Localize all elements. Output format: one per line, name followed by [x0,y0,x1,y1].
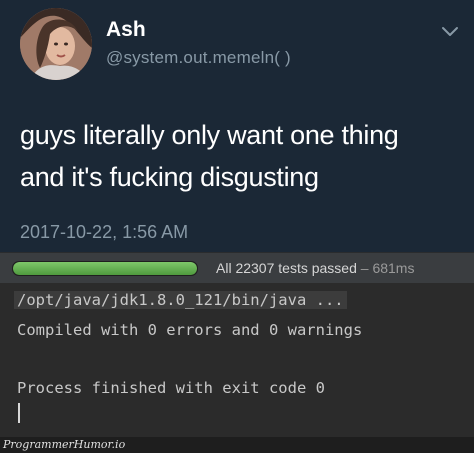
tweet-text-line: and it's fucking disgusting [20,162,319,192]
avatar[interactable] [20,8,92,80]
test-duration: 681ms [372,260,415,276]
chevron-down-icon[interactable] [440,24,460,38]
footer-bar: ProgrammerHumor.io [0,437,474,453]
test-status-text: All 22307 tests passed [216,260,357,276]
test-status: All 22307 tests passed – 681ms [216,260,414,276]
tweet-timestamp[interactable]: 2017-10-22, 1:56 AM [20,222,188,243]
meme-screenshot: Ash @system.out.memeln( ) guys literally… [0,0,474,453]
author-name[interactable]: Ash [106,18,146,42]
author-handle[interactable]: @system.out.memeln( ) [106,48,291,68]
console-output[interactable]: /opt/java/jdk1.8.0_121/bin/java ... Comp… [0,283,474,437]
watermark: ProgrammerHumor.io [3,438,126,451]
test-separator: – [356,260,373,276]
console-compile-line: Compiled with 0 errors and 0 warnings [17,321,363,339]
test-progress-bar [12,261,198,276]
tweet-text: guys literally only want one thing and i… [20,114,470,198]
text-cursor [18,403,20,423]
console-exit-line: Process finished with exit code 0 [17,379,325,397]
profile-photo [20,8,92,80]
tweet-text-line: guys literally only want one thing [20,120,399,150]
test-runner-bar: All 22307 tests passed – 681ms [0,252,474,284]
test-progress-fill [13,262,197,275]
tweet-card: Ash @system.out.memeln( ) guys literally… [0,0,474,252]
console-command-line[interactable]: /opt/java/jdk1.8.0_121/bin/java ... [14,291,347,309]
